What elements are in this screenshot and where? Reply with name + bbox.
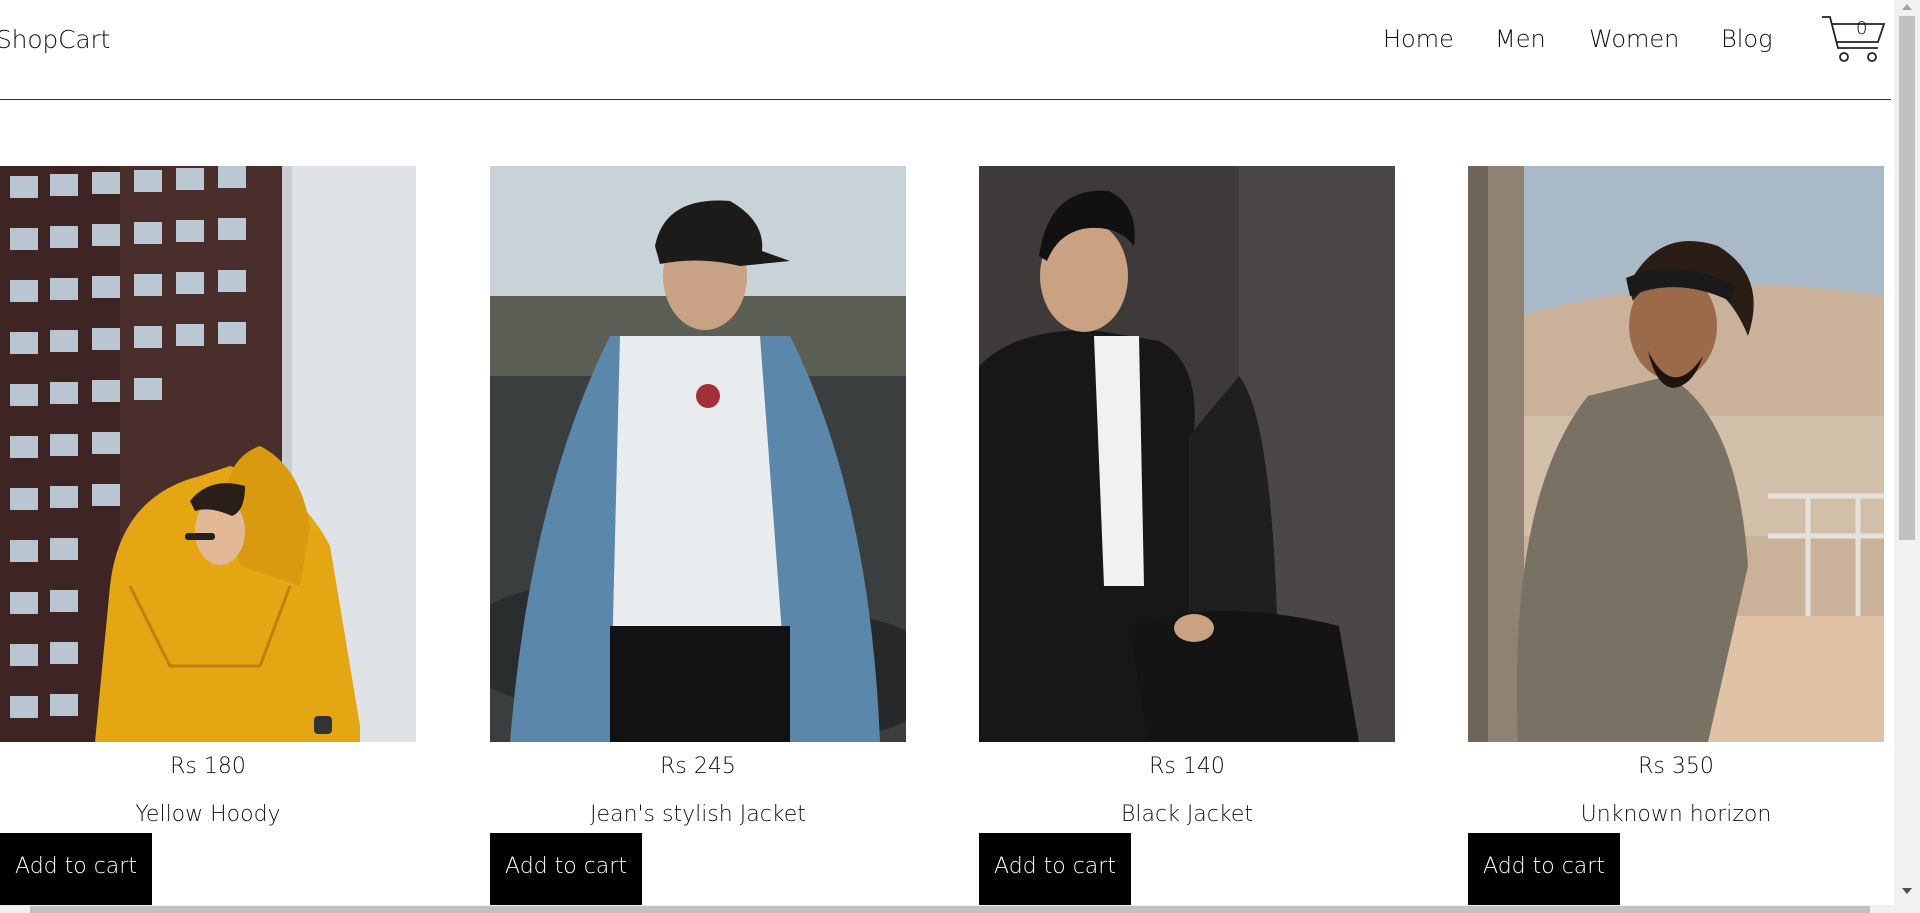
site-header: ShopCart Home Men Women Blog 0	[0, 0, 1891, 100]
add-to-cart-button[interactable]: Add to cart	[0, 833, 152, 913]
cart-button[interactable]: 0	[1820, 12, 1886, 64]
nav-men[interactable]: Men	[1495, 25, 1546, 53]
vertical-scroll-thumb[interactable]	[1899, 16, 1915, 540]
horizontal-scrollbar[interactable]	[0, 905, 1894, 913]
nav-home[interactable]: Home	[1383, 25, 1454, 53]
product-image-yellow-hoody[interactable]	[0, 166, 416, 742]
nav-women[interactable]: Women	[1589, 25, 1679, 53]
nav-blog[interactable]: Blog	[1721, 25, 1772, 53]
cart-icon	[1822, 16, 1886, 62]
product-price: Rs 350	[1638, 754, 1714, 779]
scroll-up-arrow-icon[interactable]	[1902, 4, 1912, 10]
horizontal-scroll-thumb[interactable]	[30, 906, 1870, 913]
add-to-cart-button[interactable]: Add to cart	[979, 833, 1131, 913]
product-title: Unknown horizon	[1580, 802, 1772, 827]
brand-logo[interactable]: ShopCart	[0, 25, 110, 54]
product-price: Rs 180	[170, 754, 246, 779]
add-to-cart-button[interactable]: Add to cart	[490, 833, 642, 913]
cart-count-badge: 0	[1856, 18, 1868, 39]
product-price: Rs 140	[1149, 754, 1225, 779]
scroll-down-arrow-icon[interactable]	[1902, 888, 1912, 894]
product-title: Black Jacket	[1120, 802, 1253, 827]
product-title: Jean's stylish Jacket	[590, 802, 806, 827]
product-image-jeans-jacket[interactable]	[490, 166, 906, 742]
product-image-unknown-horizon[interactable]	[1468, 166, 1884, 742]
vertical-scrollbar[interactable]	[1894, 0, 1920, 913]
product-price: Rs 245	[660, 754, 736, 779]
product-title: Yellow Hoody	[135, 802, 281, 827]
add-to-cart-button[interactable]: Add to cart	[1468, 833, 1620, 913]
product-image-black-jacket[interactable]	[979, 166, 1395, 742]
